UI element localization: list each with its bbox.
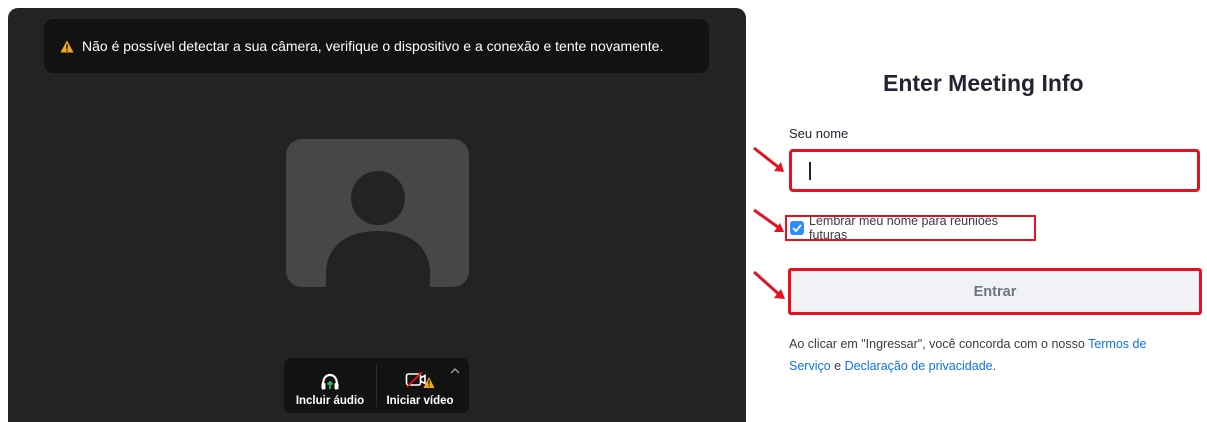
terms-notice: Ao clicar em "Ingressar", você concorda …: [789, 333, 1189, 377]
red-arrow-annotation: [753, 146, 784, 172]
include-audio-label: Incluir áudio: [295, 395, 365, 407]
red-arrow-annotation: [753, 270, 785, 299]
chevron-up-icon[interactable]: [449, 366, 461, 376]
name-field-label: Seu nome: [789, 126, 849, 141]
start-video-label: Iniciar vídeo: [386, 395, 454, 407]
join-button[interactable]: Entrar: [788, 268, 1202, 315]
video-preview-panel: Não é possível detectar a sua câmera, ve…: [8, 8, 746, 422]
terms-middle: e: [830, 359, 845, 373]
controls-divider: [376, 364, 377, 407]
name-input-field[interactable]: [789, 149, 1200, 192]
page-title: Enter Meeting Info: [883, 70, 1084, 96]
checkbox-checked-icon[interactable]: [790, 221, 804, 235]
preview-controls-bar: Incluir áudio Iniciar vídeo: [284, 358, 469, 413]
terms-suffix: .: [992, 359, 997, 373]
text-cursor: [809, 162, 811, 180]
camera-warning-banner: Não é possível detectar a sua câmera, ve…: [44, 19, 709, 73]
headphones-icon: [321, 373, 339, 390]
name-input[interactable]: [792, 152, 1197, 189]
remember-name-checkbox[interactable]: Lembrar meu nome para reuniões futuras: [785, 214, 1036, 242]
person-placeholder-icon: [286, 139, 469, 287]
red-arrow-annotation: [753, 208, 784, 232]
camera-warning-text: Não é possível detectar a sua câmera, ve…: [82, 38, 664, 54]
remember-name-label: Lembrar meu nome para reuniões futuras: [809, 214, 998, 242]
include-audio-button[interactable]: Incluir áudio: [286, 358, 374, 413]
terms-prefix: Ao clicar em "Ingressar", você concorda …: [789, 337, 1089, 351]
camera-off-icon: [405, 371, 435, 388]
privacy-statement-link[interactable]: Declaração de privacidade: [845, 359, 993, 373]
warning-triangle-icon: [60, 40, 74, 52]
